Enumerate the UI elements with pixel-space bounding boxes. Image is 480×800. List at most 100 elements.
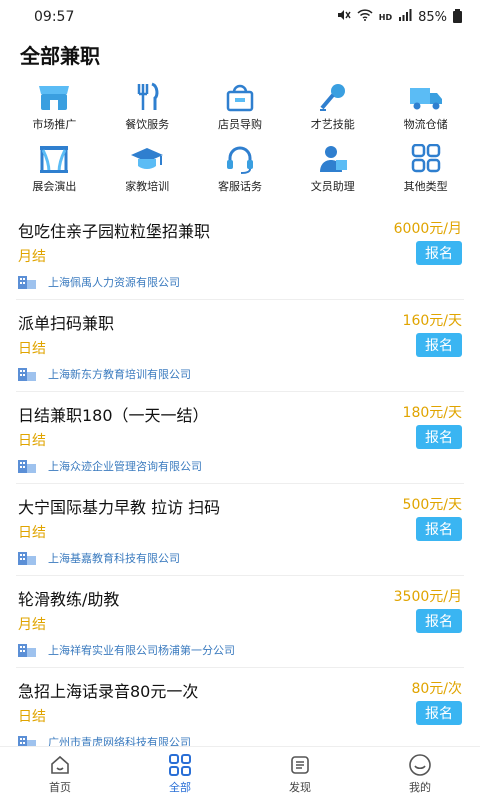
job-item[interactable]: 急招上海话录音80元一次 80元/次 日结 报名 广州市青虎网络科技有限公司: [16, 668, 464, 746]
company-icon: [18, 459, 38, 473]
job-title: 派单扫码兼职: [18, 314, 115, 333]
job-salary: 160元/天: [402, 313, 462, 329]
job-title: 急招上海话录音80元一次: [18, 682, 199, 701]
category-logistics[interactable]: 物流仓储: [379, 80, 472, 142]
tab-mine[interactable]: 我的: [360, 747, 480, 800]
job-item[interactable]: 大宁国际基力早教 拉访 扫码 500元/天 日结 报名 上海基嘉教育科技有限公司: [16, 484, 464, 576]
job-list: 包吃住亲子园粒粒堡招兼职 6000元/月 月结 报名 上海佩禹人力资源有限公司 …: [0, 208, 480, 746]
home-icon: [48, 753, 72, 777]
job-salary: 80元/次: [411, 681, 462, 697]
wifi-icon: [357, 9, 373, 25]
company-icon: [18, 275, 38, 289]
company-icon: [18, 643, 38, 657]
hd-label: HD: [378, 12, 393, 22]
shop-icon: [34, 80, 74, 114]
tab-label: 我的: [409, 780, 431, 794]
category-label: 展会演出: [32, 180, 77, 193]
bottom-tab-bar: 首页 全部 发现 我的: [0, 746, 480, 800]
status-time: 09:57: [34, 9, 75, 25]
category-exhibition[interactable]: 展会演出: [8, 142, 101, 204]
job-pay-cycle: 日结: [18, 525, 46, 541]
company-name: 上海众迹企业管理咨询有限公司: [48, 460, 202, 473]
apply-button[interactable]: 报名: [416, 333, 462, 357]
category-label: 文员助理: [310, 180, 355, 193]
job-salary: 3500元/月: [393, 589, 462, 605]
tab-label: 发现: [289, 780, 311, 794]
category-label: 客服话务: [217, 180, 262, 193]
job-title: 包吃住亲子园粒粒堡招兼职: [18, 222, 211, 241]
company-name: 广州市青虎网络科技有限公司: [48, 736, 191, 746]
job-pay-cycle: 日结: [18, 433, 46, 449]
apply-button[interactable]: 报名: [416, 241, 462, 265]
microphone-icon: [313, 80, 353, 114]
category-catering[interactable]: 餐饮服务: [101, 80, 194, 142]
tab-home[interactable]: 首页: [0, 747, 120, 800]
status-bar: 09:57 HD 85%: [0, 0, 480, 34]
category-label: 市场推广: [32, 118, 77, 131]
tab-label: 首页: [49, 780, 71, 794]
fork-knife-icon: [127, 80, 167, 114]
job-item[interactable]: 派单扫码兼职 160元/天 日结 报名 上海新东方教育培训有限公司: [16, 300, 464, 392]
company-name: 上海祥宥实业有限公司杨浦第一分公司: [48, 644, 235, 657]
category-shop-assistant[interactable]: 店员导购: [194, 80, 287, 142]
company-name: 上海新东方教育培训有限公司: [48, 368, 191, 381]
apply-button[interactable]: 报名: [416, 701, 462, 725]
page-title: 全部兼职: [20, 44, 100, 68]
job-item[interactable]: 轮滑教练/助教 3500元/月 月结 报名 上海祥宥实业有限公司杨浦第一分公司: [16, 576, 464, 668]
job-salary: 180元/天: [402, 405, 462, 421]
company-icon: [18, 367, 38, 381]
category-tutoring[interactable]: 家教培训: [101, 142, 194, 204]
category-grid: 市场推广 餐饮服务 店员导购 才艺技能 物流仓储 展会演出 家教培训 客服话务 …: [0, 80, 480, 204]
job-company: 广州市青虎网络科技有限公司: [18, 734, 191, 746]
category-label: 店员导购: [217, 118, 262, 131]
category-talent-skills[interactable]: 才艺技能: [286, 80, 379, 142]
apply-button[interactable]: 报名: [416, 517, 462, 541]
category-label: 其他类型: [403, 180, 448, 193]
company-icon: [18, 735, 38, 746]
job-item[interactable]: 包吃住亲子园粒粒堡招兼职 6000元/月 月结 报名 上海佩禹人力资源有限公司: [16, 208, 464, 300]
grid-icon: [168, 753, 192, 777]
grid-icon: [406, 142, 446, 176]
job-item[interactable]: 日结兼职180（一天一结） 180元/天 日结 报名 上海众迹企业管理咨询有限公…: [16, 392, 464, 484]
job-salary: 6000元/月: [393, 221, 462, 237]
job-pay-cycle: 月结: [18, 249, 46, 265]
mute-icon: [337, 9, 351, 25]
shopping-bag-icon: [220, 80, 260, 114]
category-other[interactable]: 其他类型: [379, 142, 472, 204]
tab-all[interactable]: 全部: [120, 747, 240, 800]
discover-icon: [288, 753, 312, 777]
category-customer-service[interactable]: 客服话务: [194, 142, 287, 204]
apply-button[interactable]: 报名: [416, 425, 462, 449]
category-label: 物流仓储: [403, 118, 448, 131]
job-company: 上海佩禹人力资源有限公司: [18, 274, 180, 290]
job-pay-cycle: 日结: [18, 341, 46, 357]
battery-percent: 85%: [418, 9, 447, 25]
job-salary: 500元/天: [402, 497, 462, 513]
company-icon: [18, 551, 38, 565]
category-label: 才艺技能: [310, 118, 355, 131]
battery-icon: [453, 9, 462, 23]
category-market-promotion[interactable]: 市场推广: [8, 80, 101, 142]
category-label: 家教培训: [125, 180, 170, 193]
job-company: 上海祥宥实业有限公司杨浦第一分公司: [18, 642, 235, 658]
job-title: 轮滑教练/助教: [18, 590, 120, 609]
tab-label: 全部: [169, 780, 191, 794]
category-clerk[interactable]: 文员助理: [286, 142, 379, 204]
signal-icon: [398, 9, 412, 25]
stage-icon: [34, 142, 74, 176]
profile-icon: [408, 753, 432, 777]
job-company: 上海众迹企业管理咨询有限公司: [18, 458, 202, 474]
company-name: 上海佩禹人力资源有限公司: [48, 276, 180, 289]
company-name: 上海基嘉教育科技有限公司: [48, 552, 180, 565]
apply-button[interactable]: 报名: [416, 609, 462, 633]
status-icons: HD 85%: [337, 9, 462, 25]
category-label: 餐饮服务: [125, 118, 170, 131]
headset-icon: [220, 142, 260, 176]
clerk-icon: [313, 142, 353, 176]
job-company: 上海新东方教育培训有限公司: [18, 366, 191, 382]
truck-icon: [406, 80, 446, 114]
job-company: 上海基嘉教育科技有限公司: [18, 550, 180, 566]
tab-discover[interactable]: 发现: [240, 747, 360, 800]
job-title: 大宁国际基力早教 拉访 扫码: [18, 498, 221, 517]
job-pay-cycle: 月结: [18, 617, 46, 633]
